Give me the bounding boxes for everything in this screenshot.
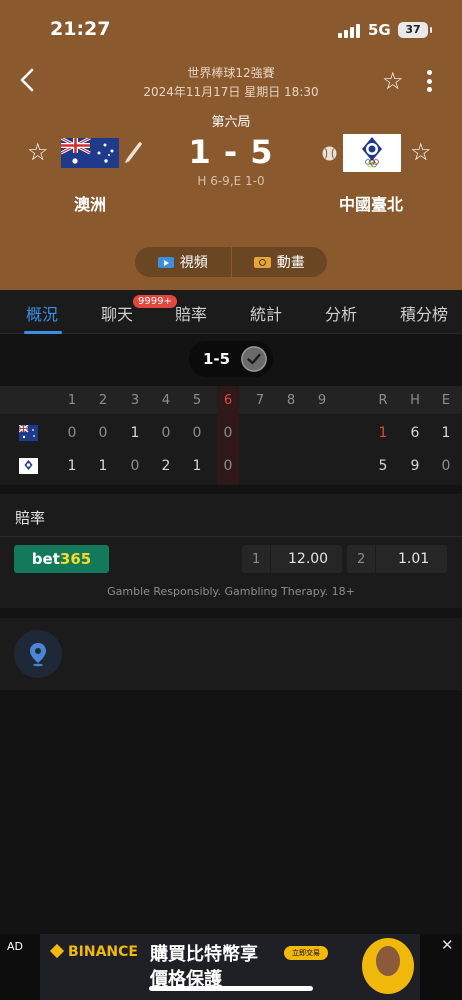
odds-section: 賠率 bet365 1 12.00 2 1.01 Gamble Responsi…	[0, 494, 462, 608]
inning-score-cell: 0	[130, 458, 140, 474]
total-score-cell: 5	[378, 458, 388, 474]
inning-score-cell: 1	[192, 458, 202, 474]
total-score-cell: 6	[410, 425, 420, 441]
bet365-logo[interactable]: bet365	[14, 545, 109, 573]
more-options-icon[interactable]	[424, 70, 434, 94]
totals-header: H	[410, 393, 420, 408]
video-button[interactable]: 視頻	[135, 247, 231, 277]
inning-score-cell: 0	[67, 425, 77, 441]
total-score-cell: 9	[410, 458, 420, 474]
odds-option-2-label: 2	[357, 552, 366, 567]
baseball-icon	[322, 146, 337, 161]
total-score-cell: 1	[378, 425, 388, 441]
inning-score-cell: 1	[98, 458, 108, 474]
binance-diamond-icon	[49, 943, 65, 959]
inning-header: 7	[255, 393, 265, 408]
tab-standings[interactable]: 積分榜	[400, 301, 448, 325]
ad-person-face	[376, 946, 400, 976]
odds-option-2-value: 1.01	[398, 551, 430, 567]
animation-button[interactable]: 動畫	[232, 247, 328, 277]
binance-logo-text: BINANCE	[68, 944, 138, 960]
chinese-taipei-flag-icon[interactable]	[343, 134, 401, 172]
bet365-logo-bet: bet	[31, 550, 60, 568]
tab-chat[interactable]: 聊天	[101, 301, 133, 325]
favorite-away-team-star-icon[interactable]: ☆	[410, 139, 432, 165]
score-pill[interactable]: 1-5	[189, 341, 273, 377]
tab-bar: 概況 聊天 賠率 統計 分析 積分榜	[0, 290, 462, 334]
location-button[interactable]	[14, 630, 62, 678]
total-score-cell: 1	[441, 425, 451, 441]
batting-indicator-icon	[125, 142, 142, 163]
check-icon	[241, 346, 267, 372]
inning-header: 6	[223, 393, 233, 408]
hits-errors-summary: H 6-9,E 1-0	[197, 174, 265, 188]
status-time: 21:27	[50, 18, 111, 40]
media-toggle: 視頻 動畫	[135, 247, 327, 277]
inning-header: 5	[192, 393, 202, 408]
home-indicator[interactable]	[149, 986, 313, 991]
favorite-home-team-star-icon[interactable]: ☆	[27, 139, 49, 165]
ad-cta-button[interactable]: 立即交易	[284, 946, 328, 960]
chat-count-badge: 9999+	[133, 295, 177, 308]
bet365-logo-365: 365	[59, 550, 92, 568]
tab-odds[interactable]: 賠率	[175, 301, 207, 325]
video-label: 視頻	[179, 255, 208, 271]
battery-icon: 37	[398, 22, 432, 38]
active-tab-indicator	[24, 331, 62, 334]
ad-tag: AD	[7, 940, 23, 953]
animation-label: 動畫	[276, 255, 305, 271]
totals-header: R	[378, 393, 388, 408]
inning-score-cell: 0	[223, 458, 233, 474]
network-type: 5G	[368, 21, 391, 39]
ad-close-icon[interactable]: ✕	[441, 936, 454, 954]
inning-header: 2	[98, 393, 108, 408]
odds-option-2-divider	[375, 545, 376, 573]
venue-section	[0, 618, 462, 690]
current-inning: 第六局	[211, 115, 251, 130]
inning-score-cell: 1	[130, 425, 140, 441]
odds-divider	[0, 536, 462, 537]
ad-headline-1: 購買比特幣享	[150, 944, 258, 965]
inning-header: 1	[67, 393, 77, 408]
odds-option-1-divider	[270, 545, 271, 573]
inning-score-cell: 0	[98, 425, 108, 441]
tab-overview[interactable]: 概況	[26, 301, 58, 325]
inning-header: 8	[286, 393, 296, 408]
odds-option-1-value: 12.00	[288, 551, 329, 567]
inning-score-cell: 0	[192, 425, 202, 441]
inning-score-cell: 2	[161, 458, 171, 474]
status-bar: 21:27 5G 37	[0, 0, 462, 62]
inning-score-cell: 0	[223, 425, 233, 441]
inning-header: 4	[161, 393, 171, 408]
inning-header: 9	[317, 393, 327, 408]
totals-header: E	[441, 393, 451, 408]
inning-header: 3	[130, 393, 140, 408]
inning-score-cell: 0	[161, 425, 171, 441]
home-team-name[interactable]: 澳洲	[40, 191, 140, 215]
tab-stats[interactable]: 統計	[250, 301, 282, 325]
animation-icon	[253, 256, 271, 268]
total-score-cell: 0	[441, 458, 451, 474]
video-icon	[157, 256, 174, 268]
signal-icon	[338, 24, 360, 38]
australia-mini-flag-icon	[19, 425, 38, 441]
gamble-disclaimer: Gamble Responsibly. Gambling Therapy. 18…	[107, 585, 355, 598]
odds-title: 賠率	[15, 509, 46, 527]
binance-logo: BINANCE	[49, 943, 138, 960]
tab-analysis[interactable]: 分析	[325, 301, 357, 325]
chinese-taipei-mini-flag-icon	[19, 458, 38, 474]
score-pill-text: 1-5	[203, 350, 231, 368]
location-pin-icon	[30, 643, 46, 667]
linescore-table: 123456789RHE001000161110210590	[0, 386, 462, 485]
odds-option-1-label: 1	[252, 552, 261, 567]
australia-flag-icon[interactable]	[61, 138, 119, 168]
favorite-match-star-icon[interactable]: ☆	[382, 69, 404, 93]
inning-score-cell: 1	[67, 458, 77, 474]
away-team-name[interactable]: 中國臺北	[320, 191, 422, 215]
